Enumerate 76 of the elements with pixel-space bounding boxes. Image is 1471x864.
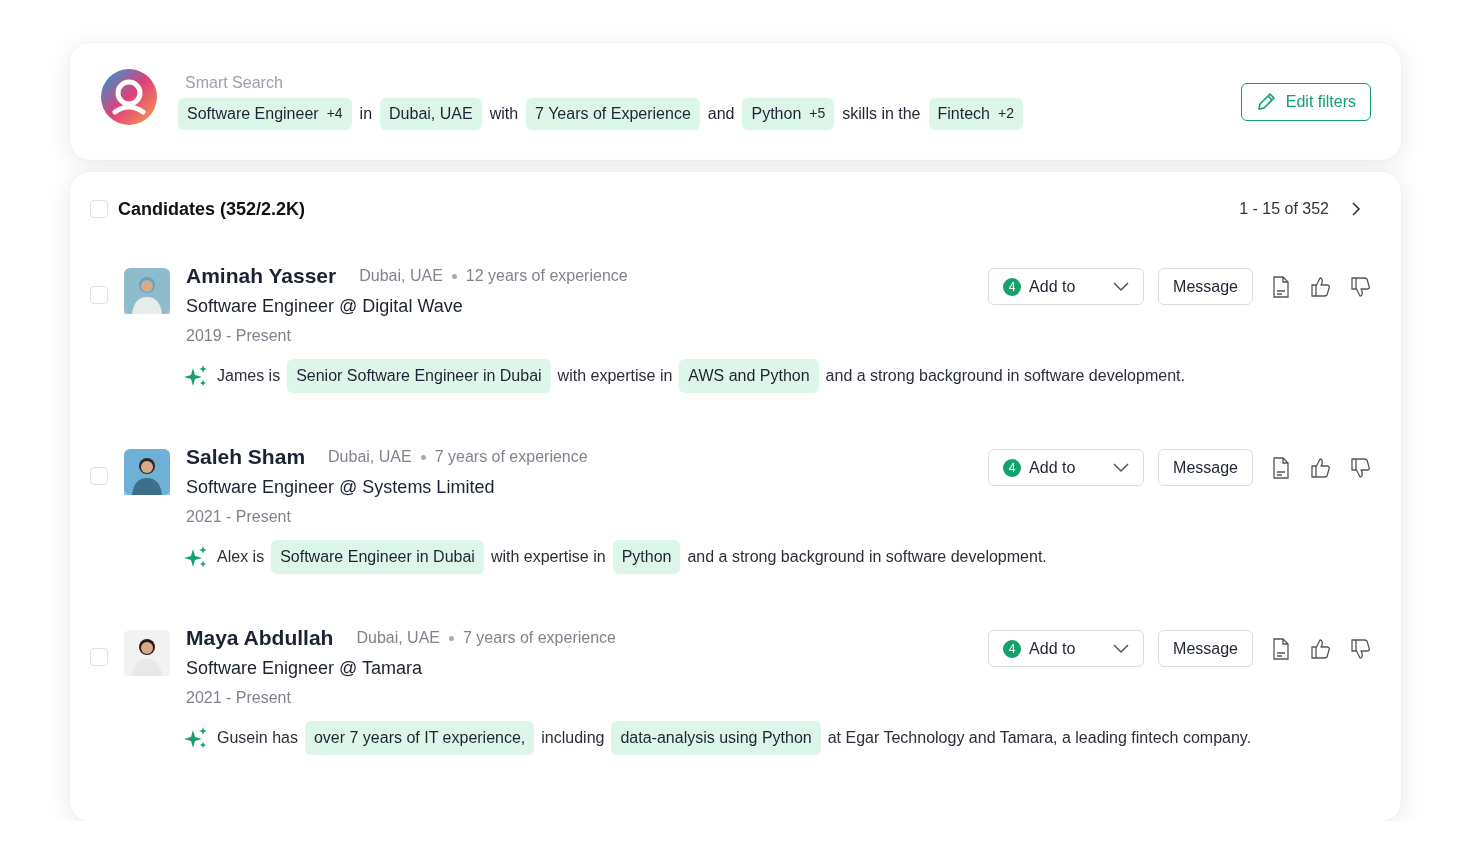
candidate-name[interactable]: Maya Abdullah bbox=[186, 626, 334, 650]
thumbs-down-icon bbox=[1349, 274, 1373, 299]
thumbs-down-button[interactable] bbox=[1349, 455, 1373, 480]
query-text: in bbox=[359, 104, 373, 123]
pagination-text: 1 - 15 of 352 bbox=[1239, 200, 1329, 218]
experience-text: 7 years of experience bbox=[434, 448, 588, 466]
location-text: Dubai, UAE bbox=[356, 629, 440, 647]
pencil-icon bbox=[1255, 91, 1276, 112]
date-range: 2019 - Present bbox=[186, 327, 292, 345]
sparkle-icon bbox=[184, 726, 208, 750]
thumbs-up-icon bbox=[1309, 455, 1333, 480]
location-text: Dubai, UAE bbox=[328, 448, 412, 466]
query-text: and bbox=[707, 104, 735, 123]
summary-text: including bbox=[541, 729, 605, 747]
job-title: Software Enigneer @ Tamara bbox=[186, 658, 424, 679]
summary-text: at Egar Technology and Tamara, a leading fintech company. bbox=[827, 729, 1252, 747]
query-text: skills in the bbox=[842, 104, 921, 123]
bullet-icon bbox=[420, 454, 426, 460]
summary-text: and a strong background in software development. bbox=[687, 548, 1047, 566]
search-label: Smart Search bbox=[185, 73, 284, 92]
summary-text: with expertise in bbox=[557, 367, 673, 385]
checkbox[interactable] bbox=[90, 467, 108, 485]
add-to-dropdown[interactable]: 4 Add to bbox=[988, 449, 1145, 486]
highlight-chip: data-analysis using Python bbox=[611, 721, 821, 755]
thumbs-down-icon bbox=[1349, 636, 1373, 661]
summary-text: James is bbox=[217, 367, 281, 385]
experience-text: 7 years of experience bbox=[463, 629, 616, 647]
chevron-down-icon bbox=[1113, 462, 1130, 473]
thumbs-down-button[interactable] bbox=[1349, 274, 1373, 299]
summary-text: and a strong background in software development. bbox=[825, 367, 1185, 385]
add-to-dropdown[interactable]: 4 Add to bbox=[988, 630, 1145, 667]
filter-chip[interactable]: Software Engineer +4 bbox=[178, 97, 352, 130]
thumbs-up-icon bbox=[1309, 274, 1333, 299]
filter-chip[interactable]: Dubai, UAE bbox=[380, 97, 482, 130]
checkbox[interactable] bbox=[90, 648, 108, 666]
filter-chip[interactable]: 7 Years of Experience bbox=[526, 97, 700, 130]
job-title: Software Engineer @ Systems Limited bbox=[186, 477, 496, 498]
checkbox[interactable] bbox=[90, 200, 108, 218]
thumbs-up-button[interactable] bbox=[1309, 455, 1333, 480]
thumbs-up-button[interactable] bbox=[1309, 274, 1333, 299]
add-to-dropdown[interactable]: 4 Add to bbox=[988, 268, 1145, 305]
job-title: Software Engineer @ Digital Wave bbox=[186, 296, 464, 317]
chevron-down-icon bbox=[1113, 281, 1130, 292]
sparkle-icon bbox=[184, 545, 208, 569]
message-button[interactable]: Message bbox=[1158, 268, 1253, 305]
summary-text: Gusein has bbox=[217, 729, 298, 747]
checkbox[interactable] bbox=[90, 286, 108, 304]
location-text: Dubai, UAE bbox=[359, 267, 443, 285]
thumbs-down-icon bbox=[1349, 455, 1373, 480]
highlight-chip: AWS and Python bbox=[679, 359, 819, 393]
bullet-icon bbox=[449, 635, 454, 641]
highlight-chip: Senior Software Engineer in Dubai bbox=[287, 359, 551, 393]
sparkle-icon bbox=[184, 364, 208, 388]
highlight-chip: Python bbox=[612, 540, 681, 574]
logo-icon bbox=[100, 67, 158, 126]
summary-text: with expertise in bbox=[490, 548, 606, 566]
message-button[interactable]: Message bbox=[1158, 449, 1253, 486]
date-range: 2021 - Present bbox=[186, 508, 292, 526]
thumbs-up-button[interactable] bbox=[1309, 636, 1333, 661]
candidate-name[interactable]: Aminah Yasser bbox=[186, 264, 337, 288]
chevron-down-icon bbox=[1113, 643, 1130, 654]
filter-chip[interactable]: Python +5 bbox=[742, 97, 835, 130]
highlight-chip: over 7 years of IT experience, bbox=[304, 721, 535, 755]
message-button[interactable]: Message bbox=[1158, 630, 1253, 667]
experience-text: 12 years of experience bbox=[465, 267, 628, 285]
filter-chip[interactable]: Fintech +2 bbox=[928, 97, 1023, 130]
summary-text: Alex is bbox=[217, 548, 265, 566]
list-title: Candidates (352/2.2K) bbox=[118, 198, 306, 220]
chevron-right-icon bbox=[1351, 202, 1361, 216]
query-text: with bbox=[489, 104, 519, 123]
highlight-chip: Software Engineer in Dubai bbox=[271, 540, 484, 574]
date-range: 2021 - Present bbox=[186, 689, 292, 707]
thumbs-up-icon bbox=[1309, 636, 1333, 661]
bullet-icon bbox=[451, 273, 457, 279]
thumbs-down-button[interactable] bbox=[1349, 636, 1373, 661]
candidate-name[interactable]: Saleh Sham bbox=[186, 445, 306, 469]
